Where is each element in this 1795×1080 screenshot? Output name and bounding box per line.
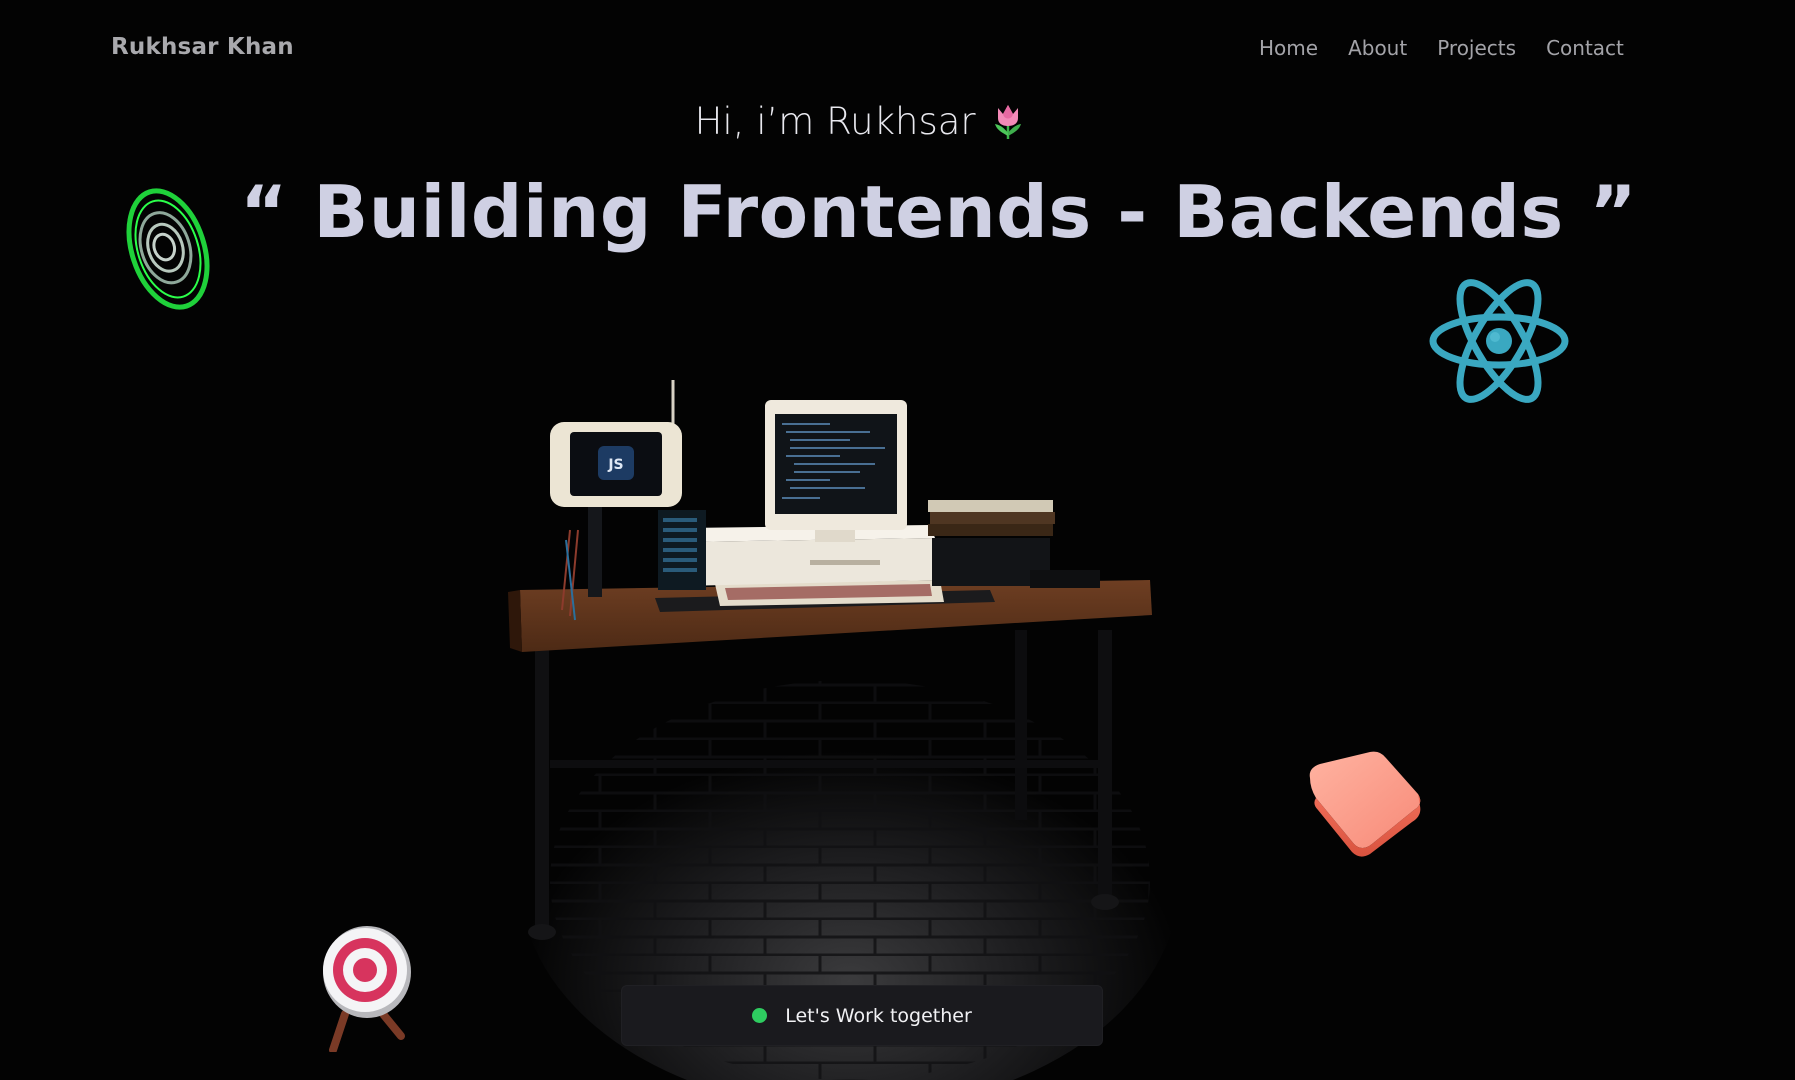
greeting-text: Hi, i’m Rukhsar [694, 100, 976, 143]
nav-link-projects[interactable]: Projects [1437, 36, 1516, 60]
hero-greeting: Hi, i’m Rukhsar [0, 100, 1720, 149]
nav-link-contact[interactable]: Contact [1546, 36, 1624, 60]
hero-headline: “ Building Frontends - Backends ” [240, 170, 1637, 254]
target-icon [315, 924, 415, 1057]
brand-logo[interactable]: Rukhsar Khan [111, 34, 294, 60]
desk-scene: JS [470, 368, 1230, 1080]
open-quote: “ [240, 170, 288, 254]
close-quote: ” [1589, 170, 1638, 254]
main-nav: Home About Projects Contact [1259, 36, 1624, 60]
react-logo-icon [1428, 275, 1570, 412]
headline-text: Building Frontends - Backends [313, 170, 1564, 254]
landing-page: Rukhsar Khan Home About Projects Contact… [0, 0, 1795, 1080]
tulip-icon [991, 102, 1025, 149]
green-rings-icon [118, 184, 218, 319]
status-dot-icon [752, 1008, 768, 1023]
work-together-label: Let's Work together [785, 1004, 972, 1027]
js-mini-screen: JS [607, 457, 623, 473]
nav-link-about[interactable]: About [1348, 36, 1407, 60]
nav-link-home[interactable]: Home [1259, 36, 1318, 60]
work-together-button[interactable]: Let's Work together [621, 985, 1103, 1046]
pink-cube-icon [1300, 748, 1430, 863]
